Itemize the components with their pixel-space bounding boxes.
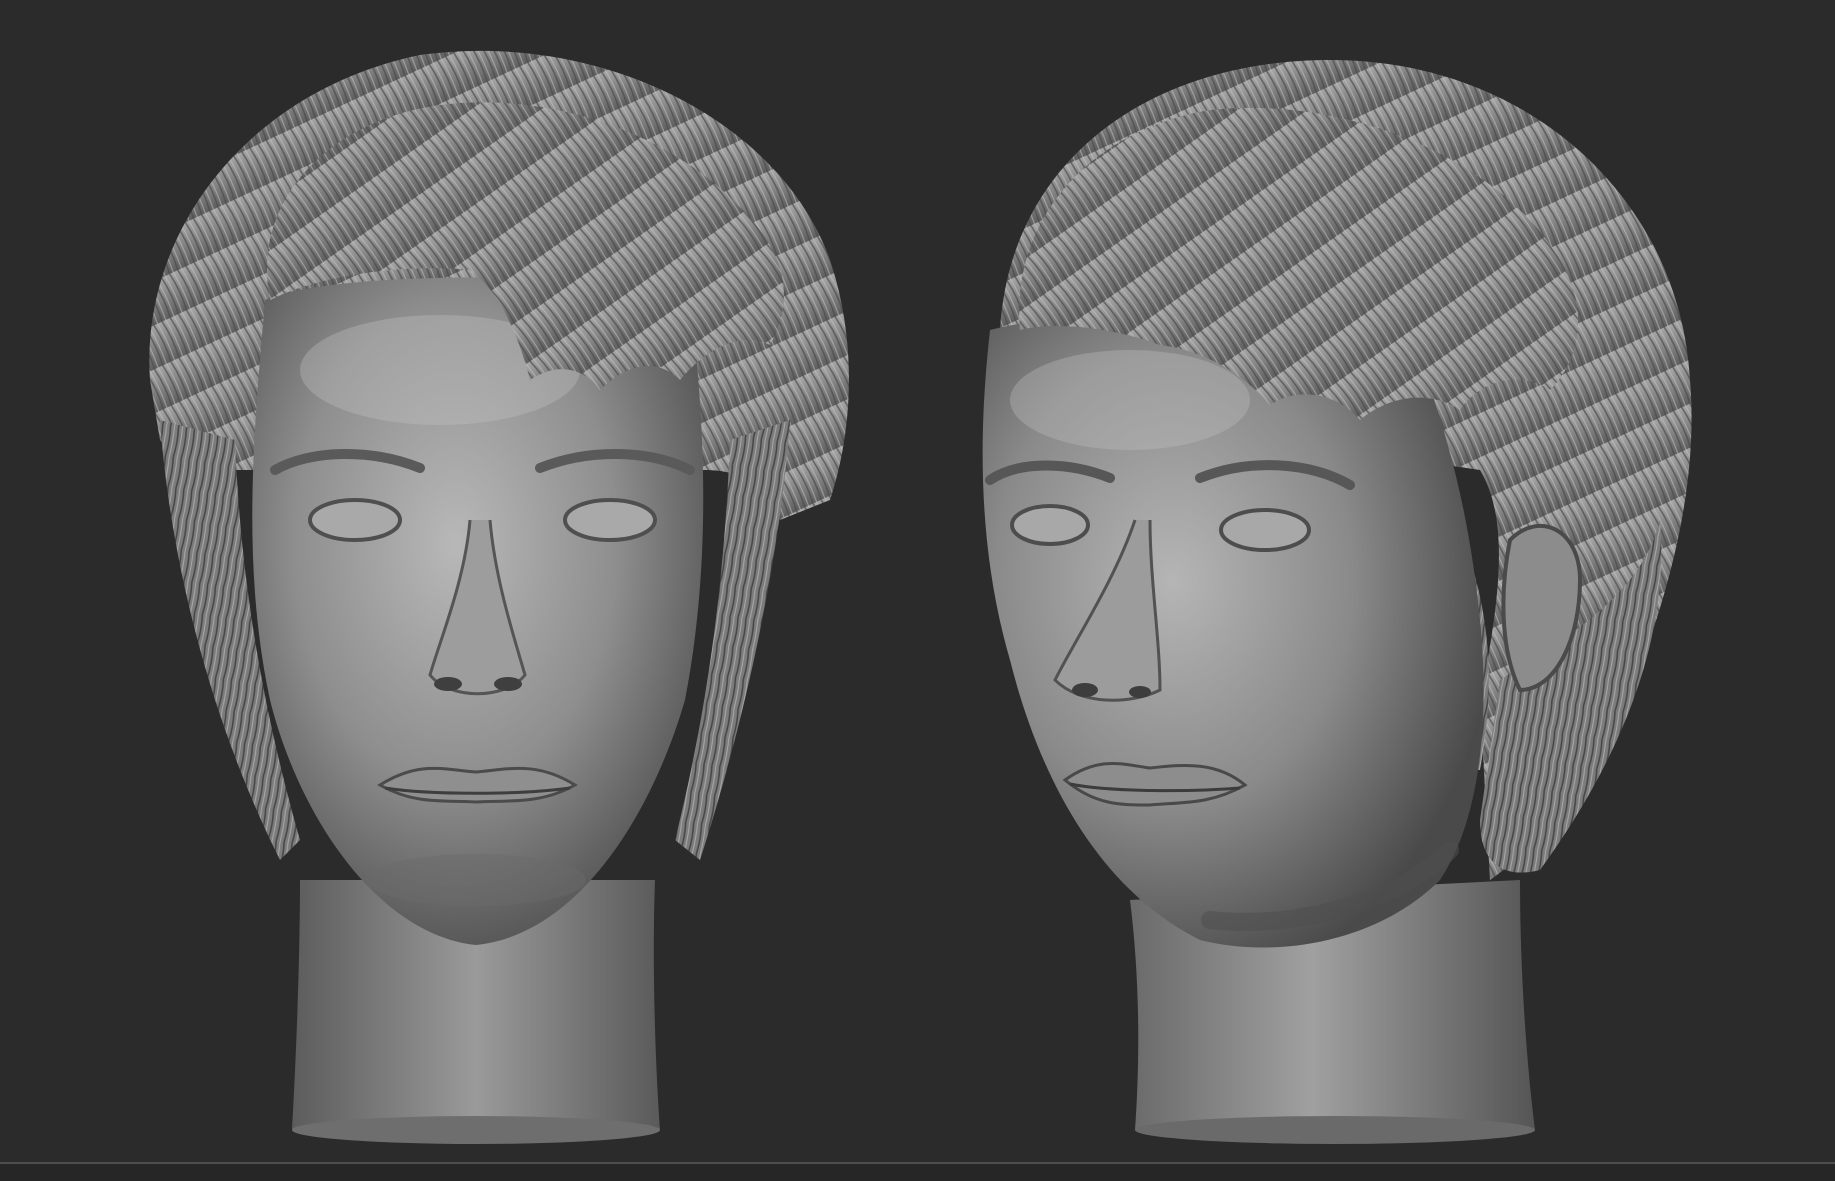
neck-base-front	[292, 1116, 660, 1144]
head-three-quarter-view[interactable]	[982, 60, 1692, 1144]
viewport-bottom-edge	[0, 1162, 1835, 1181]
eye-right-front	[563, 498, 657, 542]
mouth-front	[377, 766, 578, 804]
eye-left-three-quarter	[1010, 504, 1090, 546]
3d-viewport[interactable]	[0, 0, 1835, 1162]
sculpt-render[interactable]	[0, 0, 1835, 1162]
neck-base-three-quarter	[1135, 1116, 1535, 1144]
eye-left-front	[308, 498, 402, 542]
eye-right-three-quarter	[1219, 508, 1311, 552]
head-front-view[interactable]	[149, 50, 849, 1144]
